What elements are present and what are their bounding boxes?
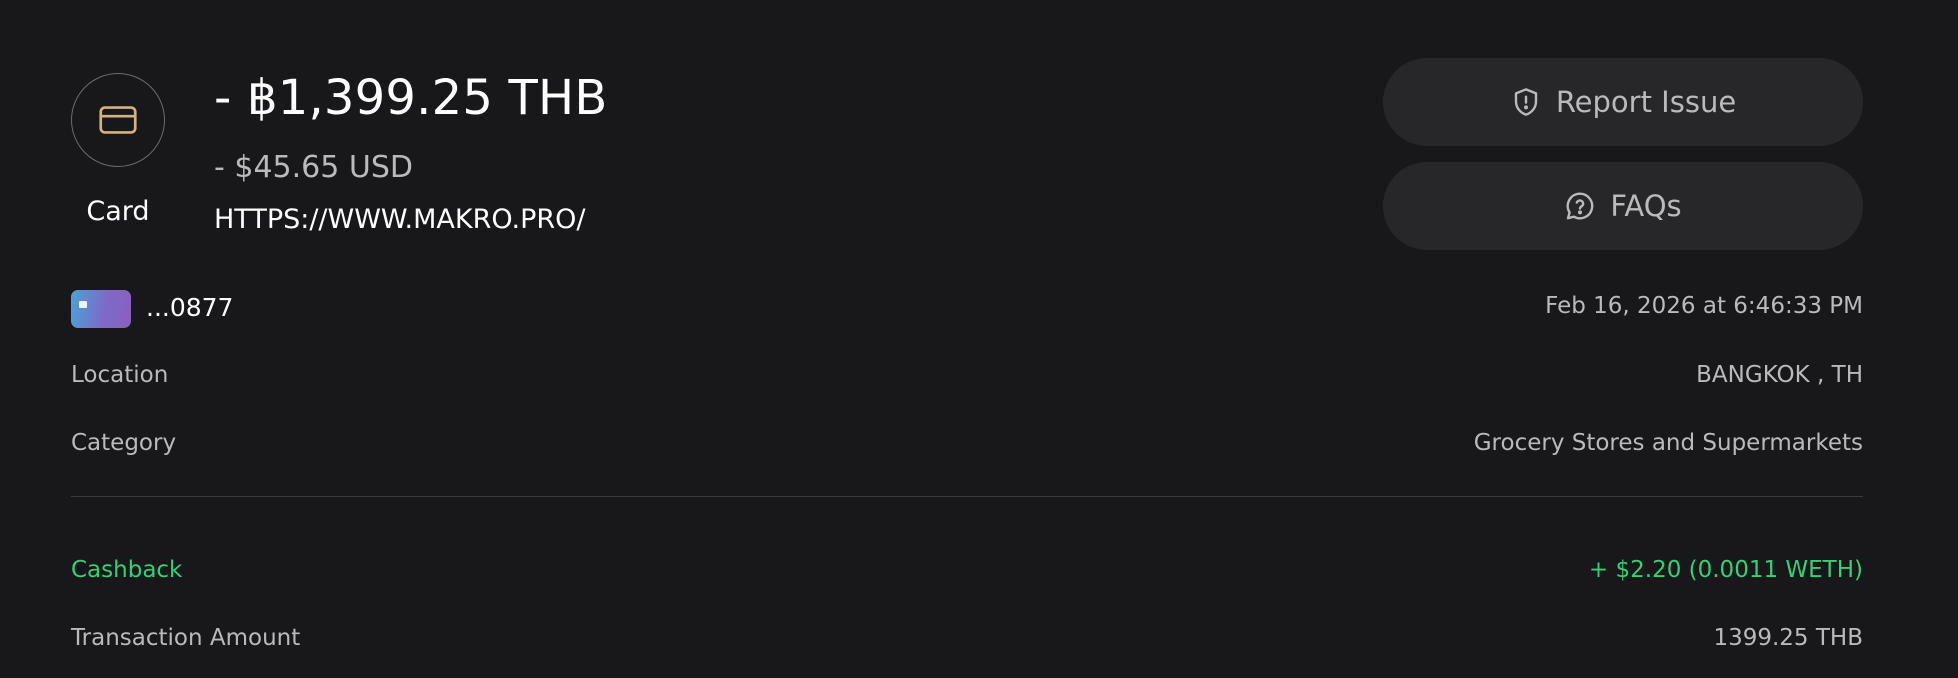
section-divider bbox=[71, 496, 1863, 497]
report-issue-button[interactable]: Report Issue bbox=[1383, 58, 1863, 146]
report-issue-label: Report Issue bbox=[1555, 85, 1737, 119]
shield-alert-icon bbox=[1514, 88, 1538, 116]
card-chip bbox=[79, 301, 87, 308]
card-thumbnail bbox=[71, 290, 131, 328]
transaction-amount-label: Transaction Amount bbox=[71, 625, 301, 651]
category-label: Category bbox=[71, 430, 177, 456]
payment-method-label: Card bbox=[86, 196, 150, 227]
cashback-value: + $2.20 (0.0011 WETH) bbox=[1588, 557, 1863, 583]
payment-method-icon-circle bbox=[71, 73, 165, 167]
transaction-amount-value: 1399.25 THB bbox=[1713, 625, 1863, 651]
card-last-four: ...0877 bbox=[146, 293, 234, 322]
transaction-amount-secondary: - $45.65 USD bbox=[214, 150, 413, 185]
merchant-name: HTTPS://WWW.MAKRO.PRO/ bbox=[214, 204, 586, 235]
transaction-amount-primary: - ฿1,399.25 THB bbox=[214, 70, 608, 126]
category-value: Grocery Stores and Supermarkets bbox=[1473, 430, 1863, 456]
help-chat-icon bbox=[1566, 192, 1594, 220]
location-value: BANGKOK , TH bbox=[1696, 362, 1863, 388]
cashback-label: Cashback bbox=[71, 557, 183, 583]
faqs-label: FAQs bbox=[1610, 189, 1682, 223]
location-label: Location bbox=[71, 362, 169, 388]
faqs-button[interactable]: FAQs bbox=[1383, 162, 1863, 250]
credit-card-icon bbox=[99, 106, 137, 134]
transaction-datetime: Feb 16, 2026 at 6:46:33 PM bbox=[1545, 293, 1863, 319]
